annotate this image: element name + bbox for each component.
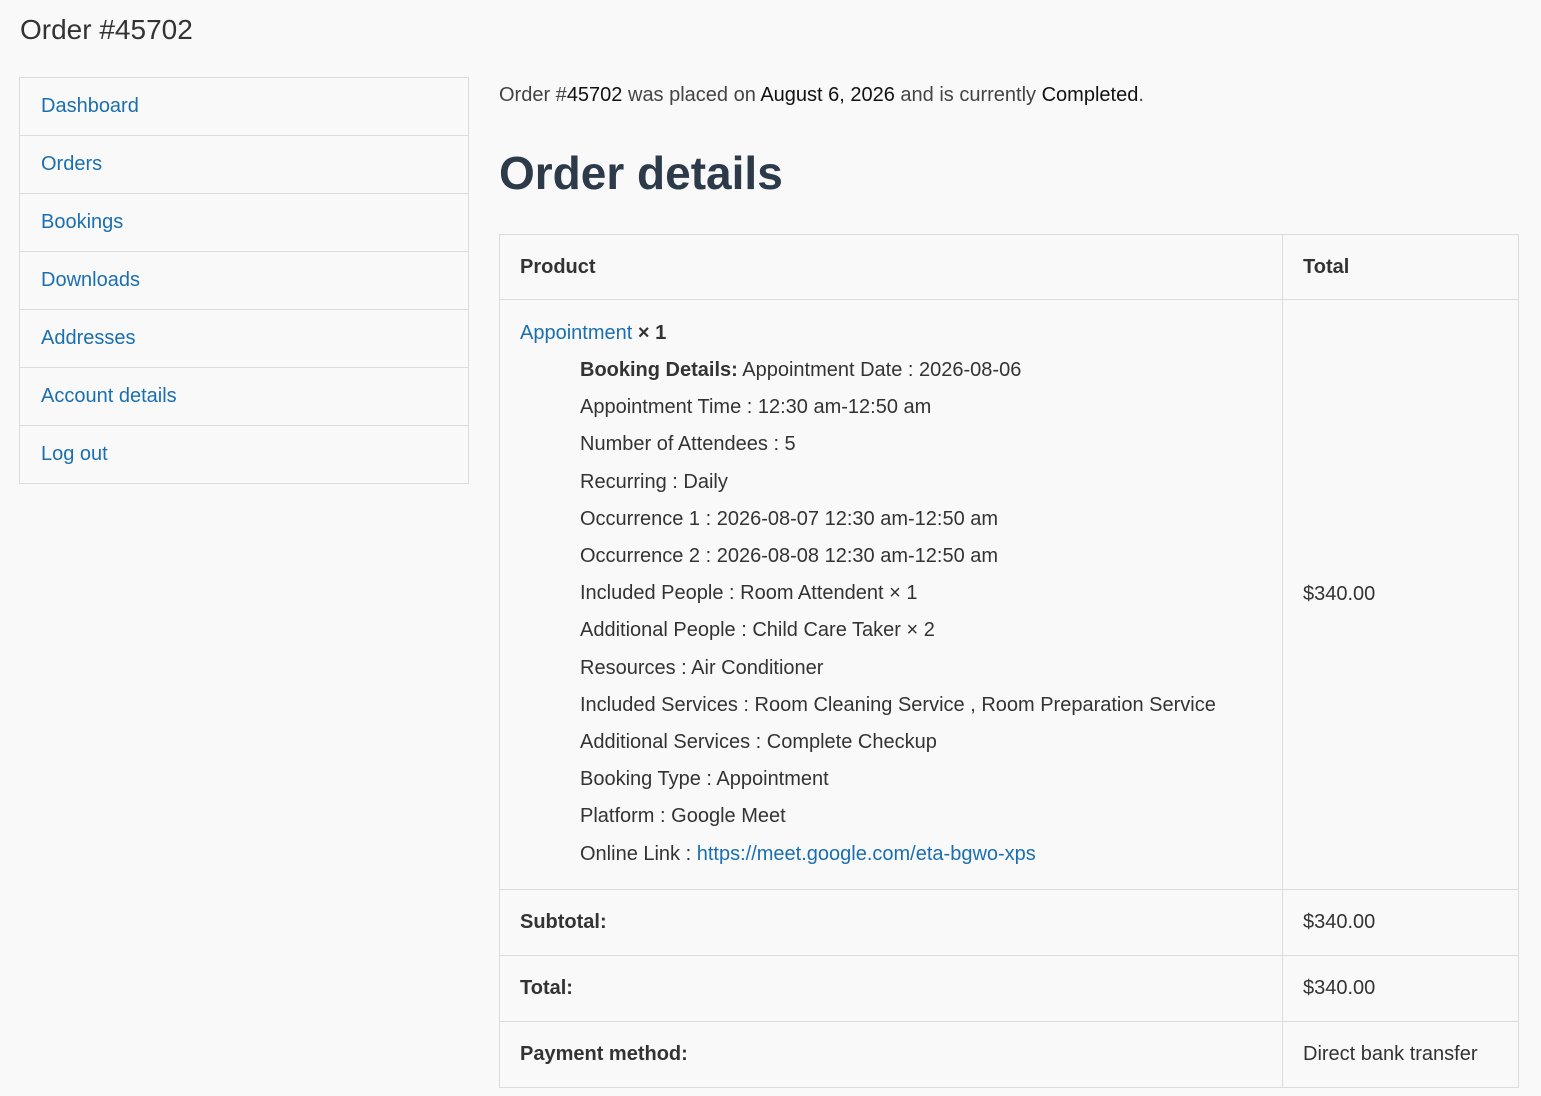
sidebar-item-label[interactable]: Dashboard: [41, 95, 139, 118]
meta-key: Additional People: [580, 619, 736, 642]
list-item: Booking Details: Appointment Date : 2026…: [580, 352, 1262, 389]
meta-value: : Appointment: [700, 768, 829, 791]
order-details-heading: Order details: [499, 147, 783, 199]
list-item: Occurrence 2 : 2026-08-08 12:30 am-12:50…: [580, 538, 1262, 575]
order-intro-mid2: and is currently: [894, 84, 1042, 106]
sidebar-item-addresses[interactable]: Addresses: [20, 310, 468, 368]
payment-method-row: Payment method: Direct bank transfer: [499, 1020, 1519, 1088]
meta-value: : Air Conditioner: [675, 656, 824, 679]
sidebar-item-label[interactable]: Log out: [41, 443, 108, 466]
meta-value: : Child Care Taker × 2: [735, 619, 935, 642]
sidebar-item-label[interactable]: Addresses: [41, 327, 136, 350]
order-status: Completed: [1041, 84, 1139, 106]
sidebar-item-label[interactable]: Bookings: [41, 211, 123, 234]
total-row: Total: $340.00: [499, 954, 1519, 1022]
booking-meta-list: Booking Details: Appointment Date : 2026…: [520, 352, 1262, 873]
list-item: Recurring : Daily: [580, 464, 1262, 501]
list-item: Occurrence 1 : 2026-08-07 12:30 am-12:50…: [580, 501, 1262, 538]
list-item: Additional People : Child Care Taker × 2: [580, 612, 1262, 649]
online-link[interactable]: https://meet.google.com/eta-bgwo-xps: [697, 843, 1036, 865]
account-navigation: Dashboard Orders Bookings Downloads Addr…: [19, 77, 469, 484]
sidebar-item-bookings[interactable]: Bookings: [20, 194, 468, 252]
table-row: Appointment × 1 Booking Details: Appoint…: [499, 299, 1519, 890]
meta-value: Appointment Date : 2026-08-06: [737, 359, 1022, 381]
meta-value: : 2026-08-08 12:30 am-12:50 am: [700, 545, 999, 568]
meta-value: : 5: [767, 433, 796, 456]
meta-value: : Room Cleaning Service , Room Preparati…: [737, 693, 1216, 716]
list-item: Included Services : Room Cleaning Servic…: [580, 687, 1262, 724]
product-cell: Appointment × 1 Booking Details: Appoint…: [499, 299, 1283, 890]
order-summary-text: Order #45702 was placed on August 6, 202…: [499, 75, 1519, 115]
column-header-product: Product: [499, 234, 1283, 300]
meta-key: Additional Services: [580, 731, 751, 754]
meta-key: Booking Details:: [580, 359, 738, 381]
meta-key: Occurrence 1: [580, 507, 701, 530]
total-value: $340.00: [1282, 954, 1519, 1022]
meta-value: : Room Attendent × 1: [723, 582, 918, 605]
list-item: Resources : Air Conditioner: [580, 650, 1262, 687]
list-item: Platform : Google Meet: [580, 798, 1262, 835]
meta-value: : Complete Checkup: [750, 731, 937, 754]
sidebar-item-dashboard[interactable]: Dashboard: [20, 78, 468, 136]
order-intro-mid1: was placed on: [622, 84, 761, 106]
order-details-table: Product Total Appointment × 1 Booking De…: [499, 234, 1519, 1088]
list-item: Booking Type : Appointment: [580, 761, 1262, 798]
meta-key: Included People: [580, 582, 724, 605]
product-link[interactable]: Appointment: [520, 322, 632, 344]
order-intro-prefix: Order #: [499, 84, 567, 106]
meta-value: : Daily: [666, 470, 728, 493]
product-total: $340.00: [1282, 299, 1519, 890]
meta-key: Booking Type: [580, 768, 701, 791]
meta-key: Appointment Time: [580, 396, 742, 419]
meta-value: : 12:30 am-12:50 am: [741, 396, 932, 419]
meta-key: Online Link: [580, 842, 681, 865]
subtotal-row: Subtotal: $340.00: [499, 888, 1519, 956]
table-header-row: Product Total: [499, 234, 1519, 300]
meta-value: : Google Meet: [654, 805, 786, 828]
meta-key: Occurrence 2: [580, 545, 701, 568]
meta-key: Included Services: [580, 693, 738, 716]
meta-key: Platform: [580, 805, 655, 828]
sidebar-item-label[interactable]: Downloads: [41, 269, 140, 292]
meta-key: Number of Attendees: [580, 433, 768, 456]
meta-key: Recurring: [580, 470, 667, 493]
order-intro-suffix: .: [1138, 84, 1144, 106]
list-item: Appointment Time : 12:30 am-12:50 am: [580, 389, 1262, 426]
sidebar-item-orders[interactable]: Orders: [20, 136, 468, 194]
total-label: Total:: [499, 954, 1283, 1022]
product-quantity: × 1: [637, 322, 667, 344]
meta-value: : 2026-08-07 12:30 am-12:50 am: [700, 507, 999, 530]
list-item: Included People : Room Attendent × 1: [580, 575, 1262, 612]
sidebar-item-account-details[interactable]: Account details: [20, 368, 468, 426]
list-item: Online Link : https://meet.google.com/et…: [580, 836, 1262, 873]
page-title: Order #45702: [20, 14, 193, 45]
list-item: Number of Attendees : 5: [580, 426, 1262, 463]
sidebar-item-log-out[interactable]: Log out: [20, 426, 468, 483]
order-main: Order #45702 was placed on August 6, 202…: [499, 75, 1519, 1088]
meta-key: Resources: [580, 656, 676, 679]
payment-method-value: Direct bank transfer: [1282, 1020, 1519, 1088]
order-number: 45702: [566, 84, 623, 106]
subtotal-value: $340.00: [1282, 888, 1519, 956]
meta-value: :: [680, 842, 697, 865]
sidebar-item-label[interactable]: Orders: [41, 153, 102, 176]
order-date: August 6, 2026: [760, 84, 895, 106]
column-header-total: Total: [1282, 234, 1519, 300]
subtotal-label: Subtotal:: [499, 888, 1283, 956]
product-line: Appointment × 1: [520, 318, 1262, 348]
payment-method-label: Payment method:: [499, 1020, 1283, 1088]
sidebar-item-label[interactable]: Account details: [41, 385, 177, 408]
sidebar-item-downloads[interactable]: Downloads: [20, 252, 468, 310]
list-item: Additional Services : Complete Checkup: [580, 724, 1262, 761]
